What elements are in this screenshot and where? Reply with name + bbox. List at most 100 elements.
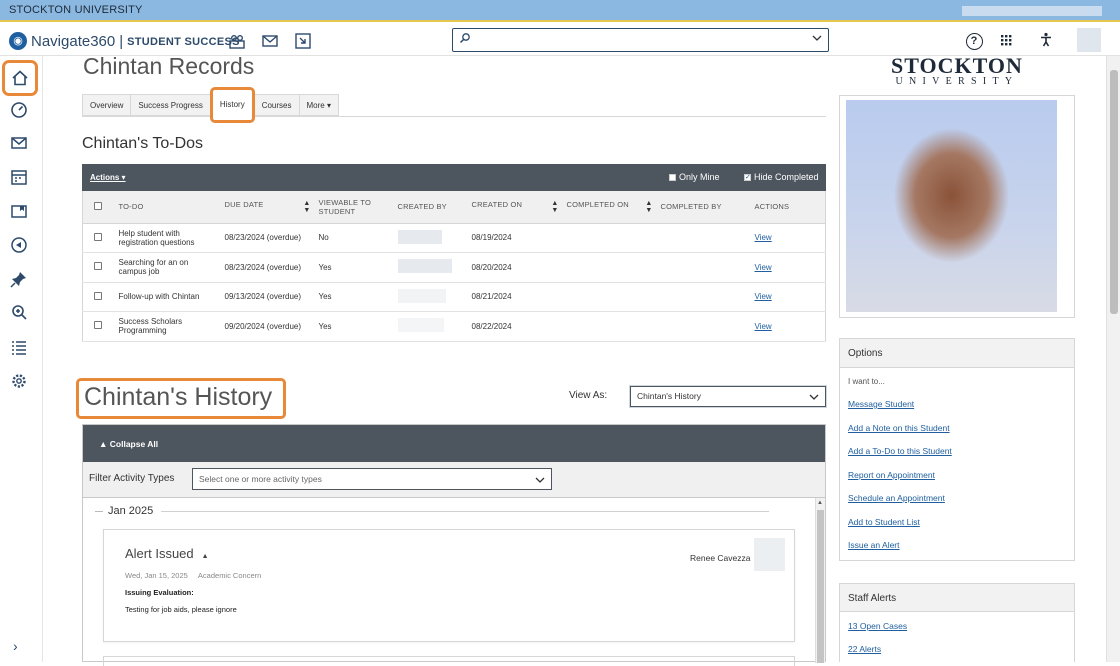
card-category: Academic Concern (197, 571, 262, 580)
filter-label: Filter Activity Types (89, 473, 175, 484)
col-actions: ACTIONS (750, 191, 826, 224)
only-mine-toggle[interactable]: Only Mine (669, 172, 720, 182)
row-checkbox[interactable] (94, 291, 102, 300)
col-created-on[interactable]: CREATED ON ▲ ▼ (467, 191, 563, 224)
mail-icon[interactable] (8, 132, 30, 154)
activity-type-filter[interactable]: Select one or more activity types (192, 468, 552, 490)
history-panel: ▲ Collapse All Filter Activity Types Sel… (82, 424, 826, 666)
global-search-input[interactable] (452, 28, 829, 52)
university-bar: STOCKTON UNIVERSITY (0, 0, 1120, 22)
todo-created-on: 08/21/2024 (467, 282, 563, 312)
gear-icon[interactable] (8, 370, 30, 392)
folder-icon[interactable] (8, 200, 30, 222)
brand-product: STUDENT SUCCESS (127, 36, 240, 48)
university-logo: STOCKTON UNIVERSITY (891, 53, 1023, 87)
col-due-date[interactable]: DUE DATE ▲ ▼ (220, 191, 315, 224)
open-cases-link[interactable]: 13 Open Cases (848, 621, 907, 631)
navigate-logo-icon: ◉ (9, 32, 27, 50)
brand[interactable]: ◉ Navigate360 | STUDENT SUCCESS (9, 32, 240, 50)
scroll-up-icon[interactable]: ▲ (817, 500, 823, 506)
scroll-thumb[interactable] (817, 510, 824, 663)
add-todo-link[interactable]: Add a To-Do to this Student (848, 446, 952, 456)
month-label: Jan 2025 (108, 505, 154, 517)
report-appointment-link[interactable]: Report on Appointment (848, 470, 935, 480)
todo-name: Help student with registration questions (114, 223, 221, 253)
accessibility-icon[interactable] (1036, 30, 1056, 50)
view-link[interactable]: View (755, 322, 772, 331)
month-divider: Jan 2025 (95, 505, 770, 517)
bullhorn-icon[interactable] (8, 234, 30, 256)
card-meta: Wed, Jan 15, 2025 Academic Concern (125, 571, 261, 580)
mail-icon[interactable] (261, 32, 279, 50)
user-info-redacted (962, 6, 1102, 16)
todo-due: 08/23/2024 (overdue) (220, 223, 315, 253)
gauge-icon[interactable] (8, 98, 30, 120)
view-link[interactable]: View (755, 292, 772, 301)
actions-menu[interactable]: Actions ▾ (90, 173, 126, 182)
author-avatar (754, 538, 785, 571)
col-todo[interactable]: TO-DO (114, 191, 221, 224)
help-icon[interactable]: ? (964, 30, 984, 50)
select-all-checkbox[interactable] (94, 201, 102, 210)
col-created-by[interactable]: CREATED BY (393, 191, 468, 224)
view-as-value: Chintan's History (637, 391, 701, 401)
table-row: Searching for an on campus job 08/23/202… (82, 252, 826, 283)
tab-success-progress[interactable]: Success Progress (130, 94, 211, 116)
created-by-redacted (397, 288, 446, 303)
tab-overview[interactable]: Overview (82, 94, 132, 116)
todos-title: Chintan's To-Dos (82, 135, 204, 152)
history-title: Chintan's History (76, 378, 286, 419)
only-mine-checkbox[interactable] (669, 173, 676, 181)
col-completed-by[interactable]: COMPLETED BY (656, 191, 751, 224)
chevron-down-icon (809, 392, 819, 402)
todo-created-on: 08/22/2024 (467, 311, 563, 342)
history-scrollbar[interactable]: ▲ (815, 498, 825, 663)
todo-due: 09/20/2024 (overdue) (220, 311, 315, 342)
hide-completed-toggle[interactable]: ✓ Hide Completed (744, 172, 819, 182)
options-title: Options (840, 339, 1074, 368)
schedule-appointment-link[interactable]: Schedule an Appointment (848, 493, 945, 503)
row-checkbox[interactable] (94, 232, 102, 241)
alerts-link[interactable]: 22 Alerts (848, 644, 881, 654)
row-checkbox[interactable] (94, 321, 102, 330)
list-icon[interactable] (8, 336, 30, 358)
sort-icon[interactable]: ▲ ▼ (303, 200, 310, 214)
tab-courses[interactable]: Courses (253, 94, 300, 116)
tab-more[interactable]: More ▾ (298, 94, 339, 116)
view-as-select[interactable]: Chintan's History (630, 386, 826, 407)
magnify-icon[interactable] (8, 302, 30, 324)
report-icon[interactable] (294, 32, 312, 50)
people-directory-icon[interactable] (228, 32, 246, 50)
add-note-link[interactable]: Add a Note on this Student (848, 423, 950, 433)
sidebar-home-icon[interactable] (2, 60, 38, 96)
tab-history[interactable]: History (209, 87, 255, 123)
pin-icon[interactable] (8, 268, 30, 290)
hide-completed-checkbox[interactable]: ✓ (744, 173, 751, 181)
expand-sidebar-icon[interactable]: › (13, 638, 18, 654)
message-student-link[interactable]: Message Student (848, 399, 914, 409)
sort-icon[interactable]: ▲ ▼ (645, 200, 652, 214)
apps-grid-icon[interactable] (996, 30, 1016, 50)
sort-icon[interactable]: ▲ ▼ (551, 200, 558, 214)
row-checkbox[interactable] (94, 262, 102, 271)
page-scrollbar[interactable] (1106, 56, 1120, 662)
user-avatar[interactable] (1077, 28, 1101, 52)
caret-up-icon[interactable]: ▲ (202, 553, 209, 560)
col-completed-on[interactable]: COMPLETED ON ▲ ▼ (562, 191, 657, 224)
chevron-down-icon[interactable] (812, 33, 822, 43)
brand-separator: | (119, 32, 124, 50)
card-title[interactable]: Alert Issued ▲ (125, 546, 209, 561)
calendar-icon[interactable] (8, 166, 30, 188)
scroll-thumb[interactable] (1110, 70, 1118, 314)
todo-viewable: Yes (314, 282, 394, 312)
col-viewable[interactable]: VIEWABLE TO STUDENT (314, 191, 394, 224)
todo-created-on: 08/20/2024 (467, 252, 563, 283)
chevron-down-icon (535, 475, 545, 485)
view-link[interactable]: View (755, 233, 772, 242)
collapse-all-button[interactable]: ▲ Collapse All (99, 439, 158, 449)
view-link[interactable]: View (755, 263, 772, 272)
card-date: Wed, Jan 15, 2025 (125, 571, 188, 580)
history-card: Alert Issued ▲ Wed, Jan 15, 2025 Academic… (103, 529, 795, 642)
issue-alert-link[interactable]: Issue an Alert (848, 540, 900, 550)
add-to-student-list-link[interactable]: Add to Student List (848, 517, 920, 527)
